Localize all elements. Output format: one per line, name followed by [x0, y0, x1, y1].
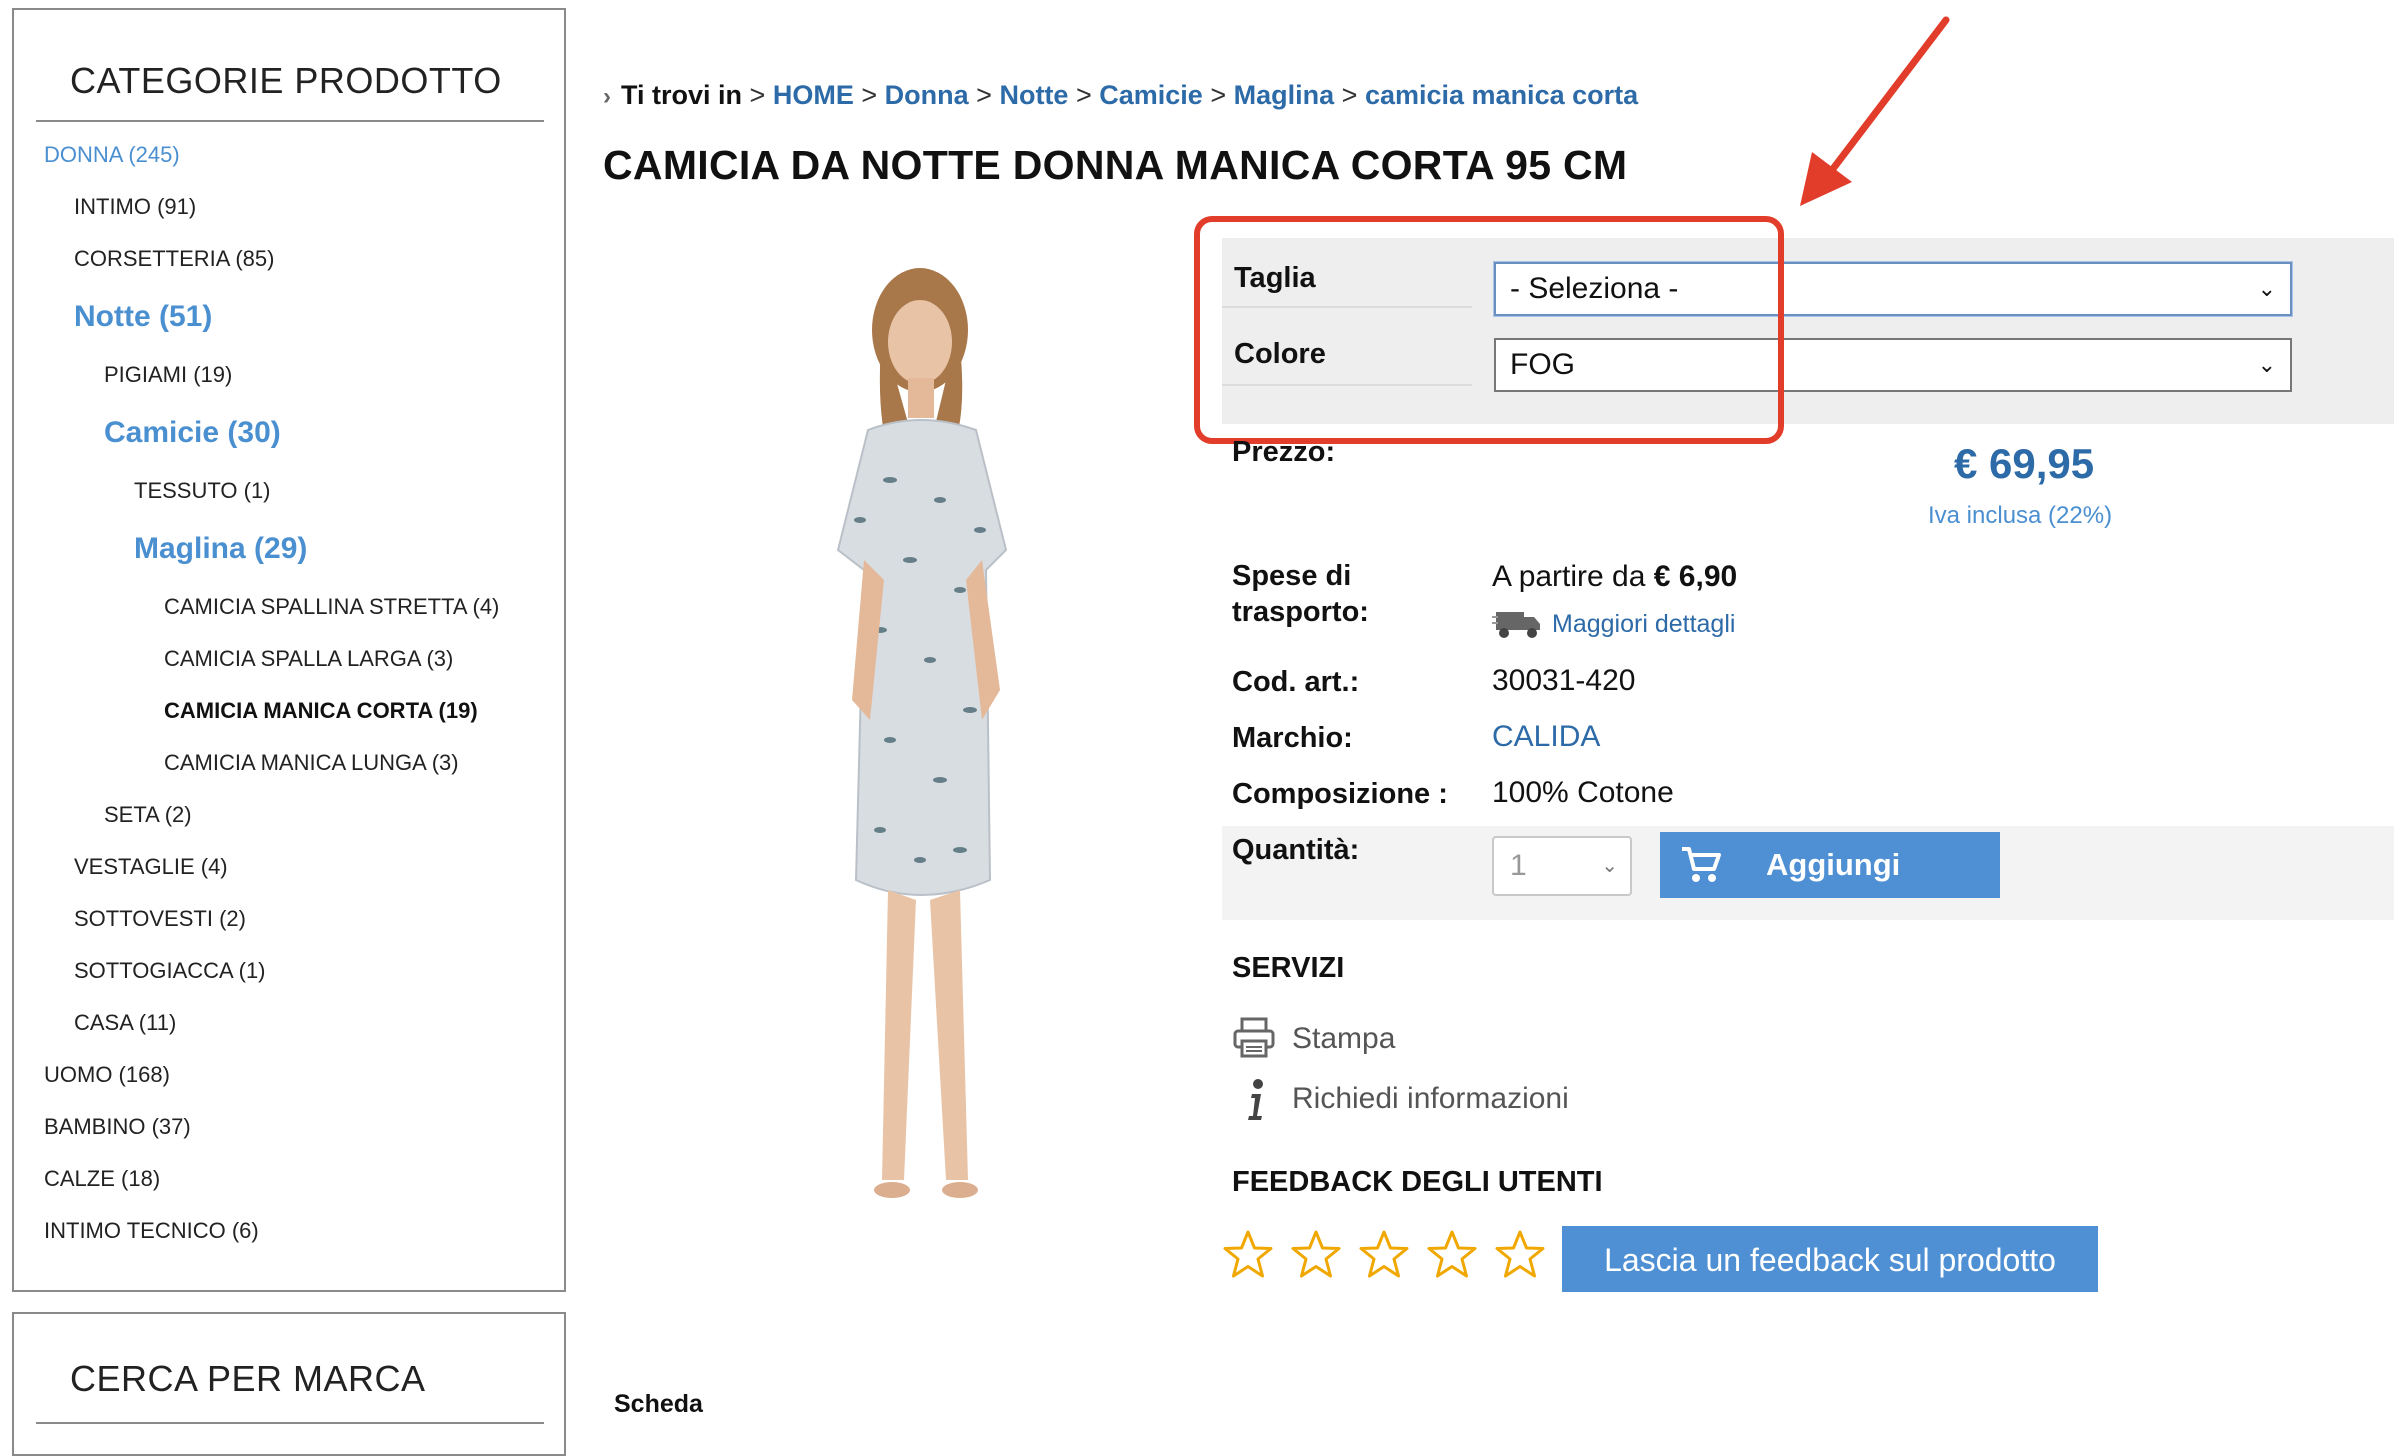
- category-tessuto[interactable]: TESSUTO (1): [134, 478, 271, 504]
- category-pigiami[interactable]: PIGIAMI (19): [104, 362, 232, 388]
- category-notte[interactable]: Notte (51): [74, 300, 212, 334]
- category-intimo-tecnico[interactable]: INTIMO TECNICO (6): [44, 1218, 259, 1244]
- price-label: Prezzo:: [1232, 436, 1336, 468]
- quantity-value: 1: [1510, 849, 1527, 882]
- category-casa[interactable]: CASA (11): [74, 1010, 176, 1036]
- breadcrumb-current[interactable]: camicia manica corta: [1365, 80, 1638, 110]
- category-camicie[interactable]: Camicie (30): [104, 416, 281, 450]
- breadcrumb-donna[interactable]: Donna: [885, 80, 969, 110]
- shipping-label-line2: trasporto:: [1232, 596, 1369, 628]
- request-info-link[interactable]: Richiedi informazioni: [1292, 1082, 1569, 1116]
- brand-title: CERCA PER MARCA: [70, 1358, 426, 1399]
- category-spalla-larga[interactable]: CAMICIA SPALLA LARGA (3): [164, 646, 453, 672]
- quantity-select[interactable]: 1 ⌄: [1492, 836, 1632, 896]
- product-image[interactable]: [770, 260, 1090, 1240]
- info-icon: [1248, 1079, 1263, 1120]
- category-sottogiacca[interactable]: SOTTOGIACCA (1): [74, 958, 266, 984]
- category-donna[interactable]: DONNA (245): [44, 142, 180, 168]
- category-calze[interactable]: CALZE (18): [44, 1166, 160, 1192]
- composition-value: 100% Cotone: [1492, 776, 1674, 809]
- code-label: Cod. art.:: [1232, 666, 1360, 698]
- shipping-details-link[interactable]: Maggiori dettagli: [1552, 610, 1735, 639]
- category-uomo[interactable]: UOMO (168): [44, 1062, 170, 1088]
- feedback-title: FEEDBACK DEGLI UTENTI: [1232, 1166, 1603, 1198]
- cart-icon: [1682, 847, 1721, 882]
- star-icon[interactable]: [1424, 1228, 1480, 1284]
- quantity-label: Quantità:: [1232, 834, 1360, 866]
- category-manica-corta[interactable]: CAMICIA MANICA CORTA (19): [164, 698, 478, 724]
- divider: [36, 1422, 544, 1424]
- category-maglina[interactable]: Maglina (29): [134, 532, 307, 566]
- star-icon[interactable]: [1288, 1228, 1344, 1284]
- breadcrumb: › Ti trovi in > HOME > Donna > Notte > Ca…: [603, 80, 1639, 110]
- brand-link[interactable]: CALIDA: [1492, 720, 1600, 754]
- code-value: 30031-420: [1492, 664, 1636, 697]
- category-corsetteria[interactable]: CORSETTERIA (85): [74, 246, 274, 272]
- leave-feedback-button[interactable]: Lascia un feedback sul prodotto: [1562, 1226, 2098, 1292]
- divider: [36, 120, 544, 122]
- category-sottovesti[interactable]: SOTTOVESTI (2): [74, 906, 246, 932]
- shipping-label-line1: Spese di: [1232, 560, 1352, 592]
- chevron-down-icon: ⌄: [2257, 352, 2276, 377]
- star-icon[interactable]: [1492, 1228, 1548, 1284]
- category-seta[interactable]: SETA (2): [104, 802, 192, 828]
- add-to-cart-button[interactable]: Aggiungi: [1660, 832, 2000, 898]
- category-intimo[interactable]: INTIMO (91): [74, 194, 196, 220]
- breadcrumb-camicie[interactable]: Camicie: [1099, 80, 1203, 110]
- price-value: € 69,95: [1954, 440, 2095, 487]
- category-bambino[interactable]: BAMBINO (37): [44, 1114, 191, 1140]
- annotation-highlight-box: [1194, 216, 1784, 444]
- page-title: CAMICIA DA NOTTE DONNA MANICA CORTA 95 C…: [603, 142, 1628, 188]
- categories-title: CATEGORIE PRODOTTO: [70, 60, 502, 101]
- breadcrumb-prefix: Ti trovi in: [621, 80, 743, 110]
- brand-label: Marchio:: [1232, 722, 1353, 754]
- truck-icon: [1492, 612, 1540, 638]
- category-manica-lunga[interactable]: CAMICIA MANICA LUNGA (3): [164, 750, 459, 776]
- rating-stars[interactable]: [1220, 1228, 1560, 1289]
- shipping-value: A partire da € 6,90: [1492, 560, 1738, 593]
- star-icon[interactable]: [1220, 1228, 1276, 1284]
- breadcrumb-maglina[interactable]: Maglina: [1234, 80, 1335, 110]
- vat-note: Iva inclusa (22%): [1928, 502, 2113, 529]
- services-title: SERVIZI: [1232, 952, 1345, 984]
- chevron-right-icon: ›: [603, 83, 611, 110]
- breadcrumb-home[interactable]: HOME: [773, 80, 854, 110]
- brand-panel: CERCA PER MARCA: [12, 1312, 566, 1456]
- chevron-down-icon: ⌄: [2257, 276, 2276, 301]
- category-spallina-stretta[interactable]: CAMICIA SPALLINA STRETTA (4): [164, 594, 499, 620]
- print-link[interactable]: Stampa: [1292, 1022, 1395, 1056]
- category-vestaglie[interactable]: VESTAGLIE (4): [74, 854, 228, 880]
- tab-scheda[interactable]: Scheda: [614, 1390, 703, 1419]
- star-icon[interactable]: [1356, 1228, 1412, 1284]
- categories-panel: CATEGORIE PRODOTTO DONNA (245) INTIMO (9…: [12, 8, 566, 1292]
- add-to-cart-label: Aggiungi: [1766, 847, 1901, 882]
- composition-label: Composizione :: [1232, 778, 1448, 810]
- printer-icon: [1233, 1017, 1275, 1058]
- chevron-down-icon: ⌄: [1601, 855, 1618, 877]
- breadcrumb-notte[interactable]: Notte: [999, 80, 1068, 110]
